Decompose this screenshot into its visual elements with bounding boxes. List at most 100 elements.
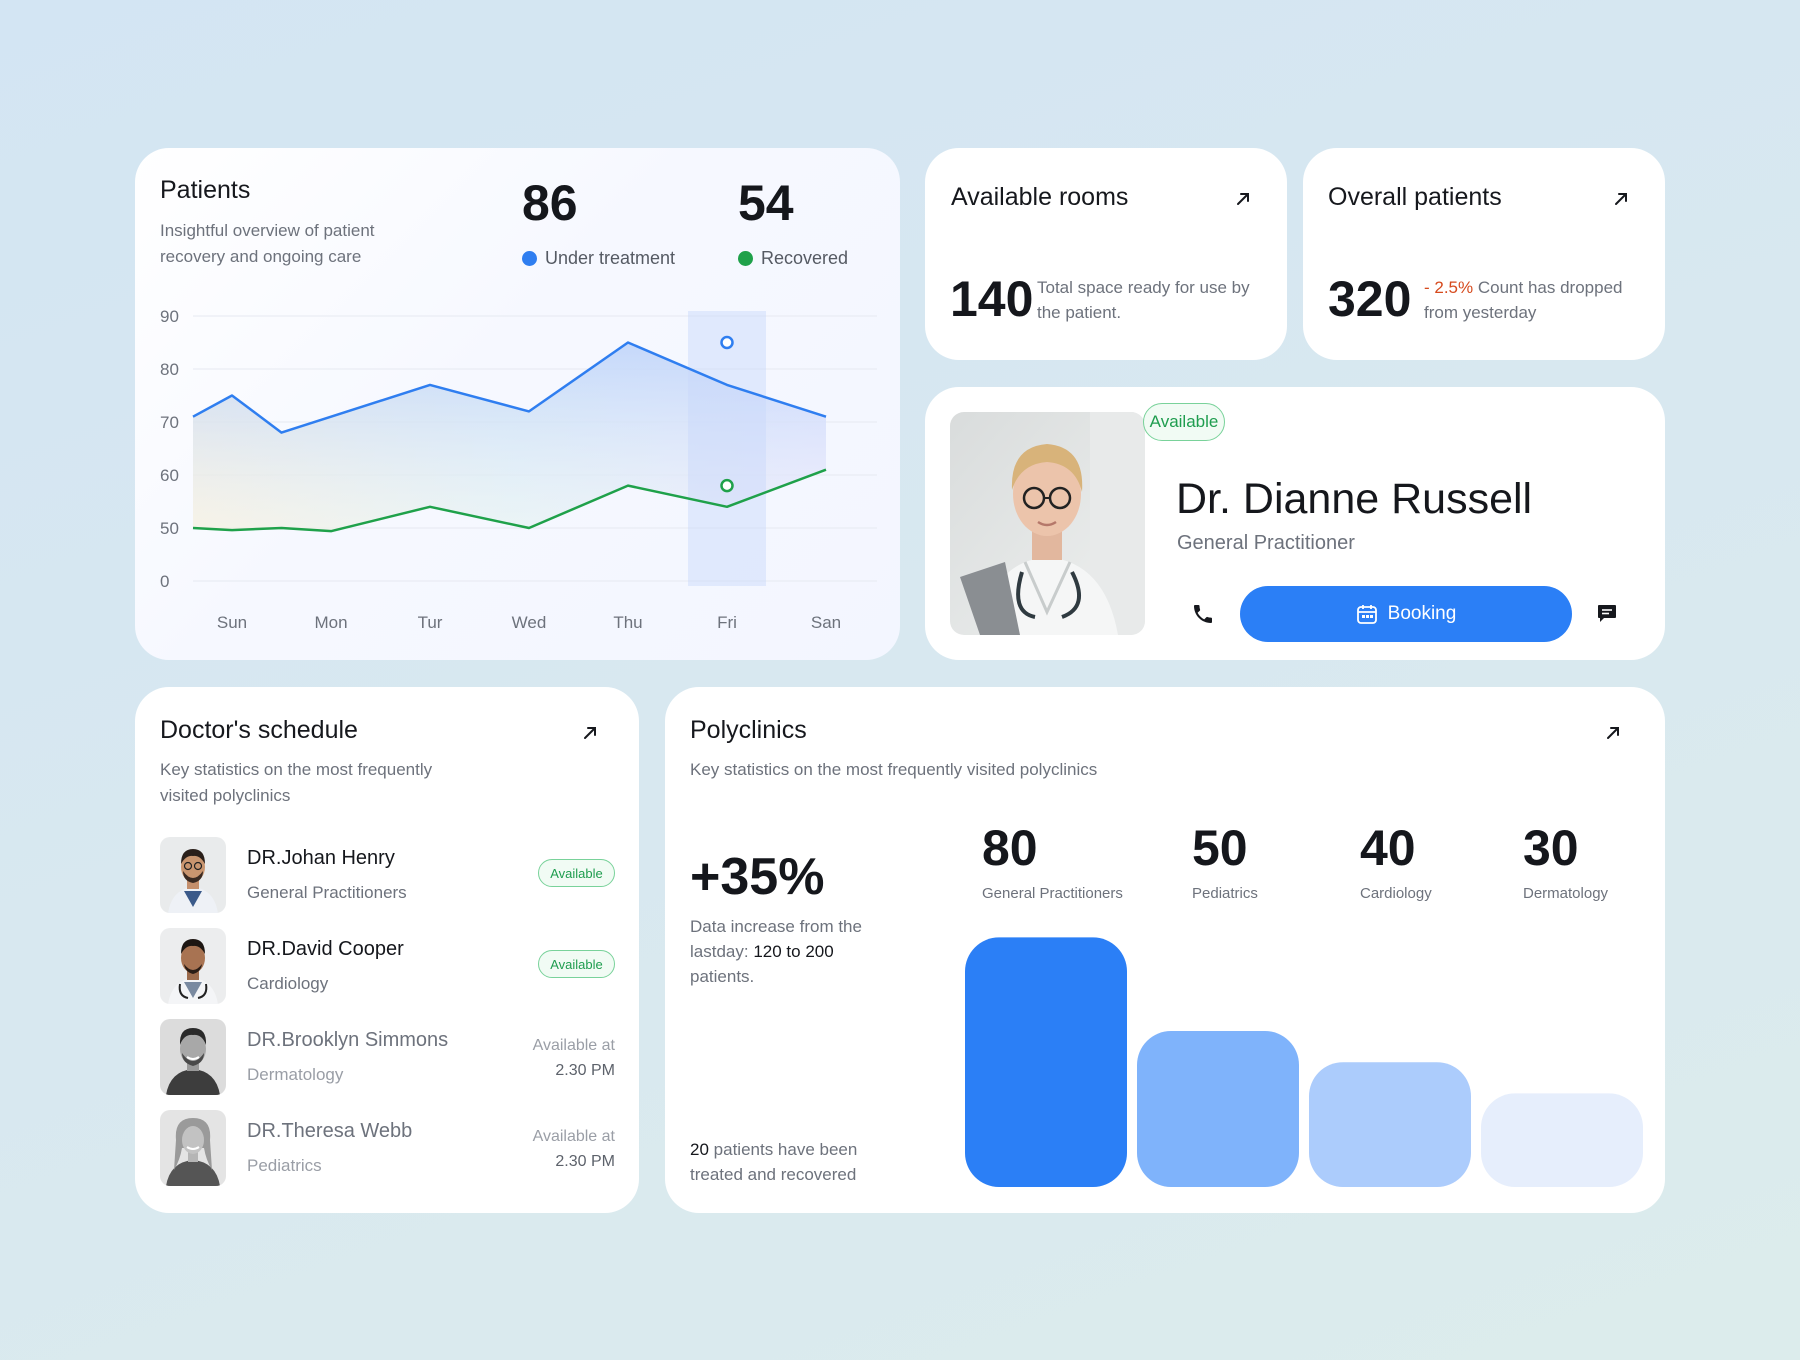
available-at-time: 2.30 PM	[555, 1062, 615, 1079]
availability-badge: Available	[538, 859, 615, 887]
y-tick-label: 50	[160, 519, 179, 538]
treated-text: patients have been treated and recovered	[690, 1140, 858, 1184]
booking-label: Booking	[1387, 603, 1457, 624]
increase-desc: Data increase from the lastday: 120 to 2…	[690, 914, 890, 989]
treated-count: 20	[690, 1140, 709, 1159]
available-at: Available at 2.30 PM	[533, 1033, 615, 1083]
available-rooms-title: Available rooms	[951, 183, 1129, 211]
polyclinic-label: Dermatology	[1523, 885, 1609, 902]
arrow-up-right-icon[interactable]	[577, 720, 603, 746]
legend-recovered-label: Recovered	[761, 248, 849, 268]
schedule-row[interactable]: DR.Johan Henry General Practitioners Ava…	[160, 837, 615, 915]
doctor-name: DR.Theresa Webb	[247, 1120, 413, 1142]
polyclinic-bar	[1137, 1031, 1299, 1187]
treated-summary: 20 patients have been treated and recove…	[690, 1137, 890, 1187]
available-at: Available at 2.30 PM	[533, 1124, 615, 1174]
booking-button[interactable]: Booking	[1240, 586, 1572, 642]
doctor-specialty: Dermatology	[247, 1065, 344, 1084]
phone-icon[interactable]	[1187, 598, 1219, 630]
schedule-row[interactable]: DR.Brooklyn Simmons Dermatology Availabl…	[160, 1019, 615, 1097]
overall-patients-card[interactable]: Overall patients 320 - 2.5% Count has dr…	[1303, 148, 1665, 360]
increase-percent: +35%	[690, 848, 825, 906]
x-tick-label: Sun	[217, 613, 247, 632]
doctor-specialty: Pediatrics	[247, 1156, 322, 1175]
x-tick-label: Tur	[418, 613, 443, 632]
polyclinic-value: 50	[1192, 820, 1248, 876]
arrow-up-right-icon[interactable]	[1608, 186, 1634, 212]
polyclinic-label: Cardiology	[1360, 885, 1432, 902]
patients-subtitle: Insightful overview of patient recovery …	[160, 218, 375, 270]
doctor-photo	[950, 412, 1145, 635]
doctor-avatar	[160, 1019, 226, 1095]
y-tick-label: 0	[160, 572, 169, 591]
doctor-avatar	[160, 837, 226, 913]
change-percent: - 2.5%	[1424, 278, 1474, 297]
available-rooms-desc: Total space ready for use by the patient…	[1037, 278, 1250, 322]
schedule-row[interactable]: DR.David Cooper Cardiology Available	[160, 928, 615, 1006]
overall-patients-title: Overall patients	[1328, 183, 1502, 211]
arrow-up-right-icon[interactable]	[1230, 186, 1256, 212]
y-tick-label: 80	[160, 360, 179, 379]
arrow-up-right-icon[interactable]	[1600, 720, 1626, 746]
polyclinic-bar	[965, 937, 1127, 1187]
recovered-highlight-point	[720, 478, 734, 493]
doctor-name: Dr. Dianne Russell	[1176, 475, 1533, 523]
polyclinic-bar	[1309, 1062, 1471, 1187]
highlight-column	[688, 311, 766, 586]
patients-title: Patients	[160, 176, 251, 204]
green-dot-icon	[738, 251, 753, 266]
x-tick-label: Wed	[512, 613, 547, 632]
patients-subtitle-line2: recovery and ongoing care	[160, 247, 362, 266]
polyclinic-bar	[1481, 1093, 1643, 1187]
message-icon[interactable]	[1591, 598, 1623, 630]
y-tick-label: 90	[160, 307, 179, 326]
x-tick-label: Thu	[613, 613, 642, 632]
doctor-specialty: Cardiology	[247, 974, 329, 993]
availability-badge: Available	[1143, 403, 1225, 441]
x-tick-label: Mon	[314, 613, 347, 632]
doctor-avatar	[160, 928, 226, 1004]
available-rooms-value: 140	[950, 271, 1034, 327]
doctor-name: DR.David Cooper	[247, 938, 404, 960]
schedule-subtitle-line1: Key statistics on the most frequently	[160, 760, 433, 779]
recovered-count: 54	[738, 175, 794, 231]
polyclinic-label: General Practitioners	[982, 885, 1123, 902]
calendar-icon	[1356, 605, 1377, 624]
overall-patients-desc: - 2.5% Count has dropped from yesterday	[1424, 275, 1649, 325]
schedule-row[interactable]: DR.Theresa Webb Pediatrics Available at …	[160, 1110, 615, 1188]
doctor-profile-card: Available Dr. Dianne Russell General Pra…	[925, 387, 1665, 660]
increase-desc-post: patients.	[690, 967, 755, 986]
blue-dot-icon	[522, 251, 537, 266]
legend-under-treatment-label: Under treatment	[545, 248, 676, 268]
schedule-subtitle-line2: visited polyclinics	[160, 786, 291, 805]
doctor-name: DR.Brooklyn Simmons	[247, 1029, 449, 1051]
schedule-title: Doctor's schedule	[160, 716, 358, 744]
doctor-name: DR.Johan Henry	[247, 847, 395, 869]
x-tick-label: San	[811, 613, 841, 632]
under-treatment-highlight-point	[720, 335, 734, 350]
polyclinics-title: Polyclinics	[690, 716, 807, 744]
polyclinics-subtitle: Key statistics on the most frequently vi…	[690, 760, 1098, 779]
polyclinic-value: 40	[1360, 820, 1416, 876]
y-tick-label: 70	[160, 413, 179, 432]
legend-recovered: Recovered	[738, 248, 848, 269]
x-tick-label: Fri	[717, 613, 737, 632]
doctors-schedule-card: Doctor's schedule Key statistics on the …	[135, 687, 639, 1213]
available-rooms-card[interactable]: Available rooms 140 Total space ready fo…	[925, 148, 1287, 360]
polyclinic-value: 80	[982, 820, 1038, 876]
available-at-label: Available at	[532, 1128, 615, 1145]
doctor-specialty: General Practitioners	[247, 883, 407, 902]
legend-under-treatment: Under treatment	[522, 248, 675, 269]
under-treatment-count: 86	[522, 175, 578, 231]
polyclinic-value: 30	[1523, 820, 1579, 876]
patients-subtitle-line1: Insightful overview of patient	[160, 221, 375, 240]
polyclinic-label: Pediatrics	[1192, 885, 1258, 902]
polyclinics-card: 80 General Practitioners 50 Pediatrics 40 Car…	[665, 687, 1665, 1213]
patients-card: 0 50 60 70 80 90 Sun Mon Tur Wed Thu Fri San Patient…	[135, 148, 900, 660]
available-at-time: 2.30 PM	[555, 1153, 615, 1170]
availability-badge: Available	[538, 950, 615, 978]
doctor-role: General Practitioner	[1177, 532, 1355, 554]
increase-desc-range: 120 to 200	[753, 942, 834, 961]
doctor-avatar	[160, 1110, 226, 1186]
y-tick-label: 60	[160, 466, 179, 485]
